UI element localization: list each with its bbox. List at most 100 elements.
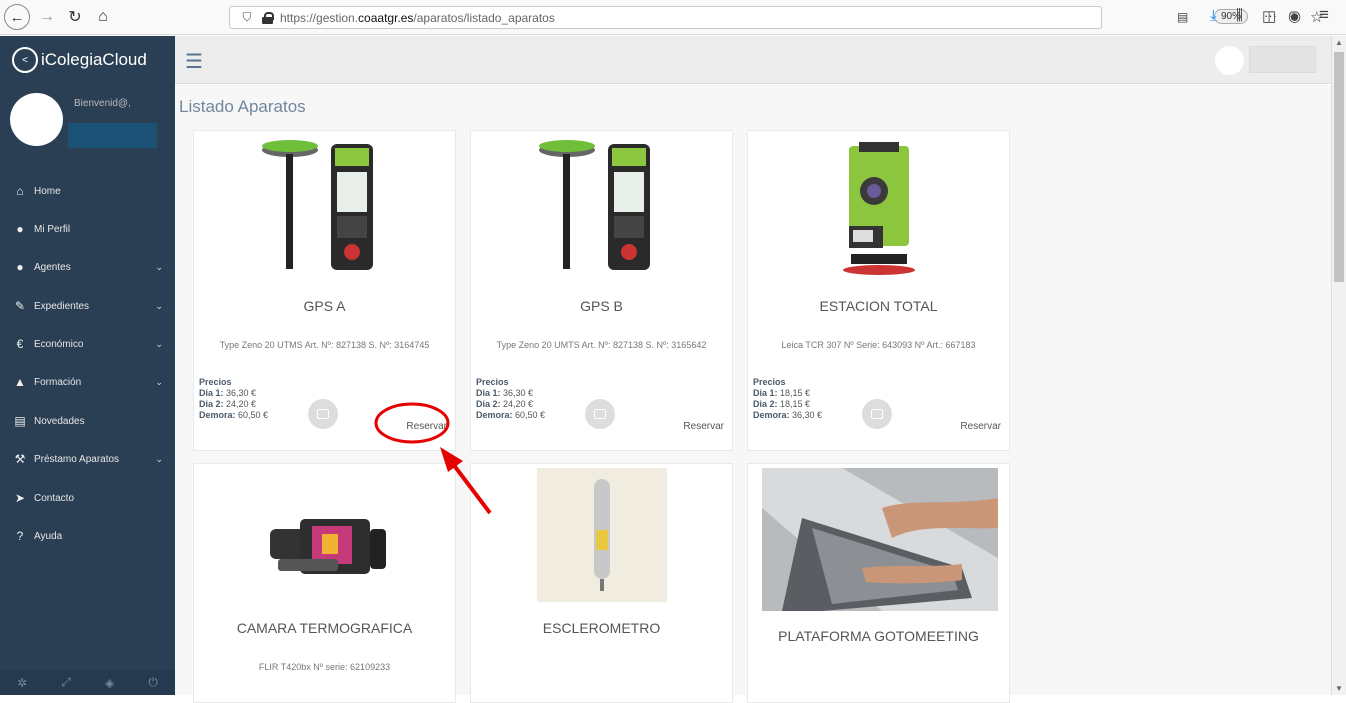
- sidebar-item-mi-perfil[interactable]: ● Mi Perfil: [0, 219, 175, 239]
- sidebar-item-formacion[interactable]: ▲ Formación ⌄: [0, 372, 175, 392]
- hamburger-menu-icon[interactable]: ≡: [1319, 5, 1329, 25]
- fullscreen-icon[interactable]: ⤢: [61, 675, 71, 690]
- device-description: FLIR T420bx Nº serie: 62109233: [258, 662, 391, 672]
- chevron-down-icon: ⌄: [155, 376, 163, 387]
- sidebar-item-agentes[interactable]: ● Agentes ⌄: [0, 257, 175, 277]
- brand-name: iColegiaCloud: [41, 50, 147, 69]
- welcome-text: Bienvenid@,: [74, 98, 131, 109]
- price-list: Precios Dia 1: 36,30 € Dia 2: 24,20 € De…: [199, 377, 268, 421]
- tracking-shield-icon[interactable]: ⛉: [240, 10, 254, 25]
- graduation-cap-icon: ▲: [14, 375, 26, 389]
- gps-device-image: [471, 131, 732, 281]
- scroll-thumb[interactable]: [1334, 52, 1344, 282]
- demora-price: 36,30 €: [792, 410, 823, 420]
- page-title: Listado Aparatos: [179, 97, 306, 116]
- sidebar-item-novedades[interactable]: ▤ Novedades: [0, 411, 175, 431]
- total-station-image: [748, 131, 1009, 281]
- newspaper-icon: ▤: [14, 414, 26, 428]
- device-card-gps-a: GPS A Type Zeno 20 UTMS Art. Nº: 827138 …: [193, 130, 456, 451]
- image-gallery-icon[interactable]: [585, 399, 615, 429]
- demora-price: 60,50 €: [238, 410, 269, 420]
- reader-view-icon[interactable]: ▤: [1177, 10, 1188, 24]
- price-list: Precios Dia 1: 18,15 € Dia 2: 18,15 € De…: [753, 377, 822, 421]
- library-icon[interactable]: ⫼: [1236, 7, 1243, 24]
- demora-label: Demora:: [476, 410, 513, 420]
- dia1-price: 18,15 €: [780, 388, 811, 398]
- prices-label: Precios: [199, 377, 232, 387]
- profile-avatar: [10, 93, 63, 146]
- sidebar-item-prestamo-aparatos[interactable]: ⚒ Préstamo Aparatos ⌄: [0, 449, 175, 469]
- gps-device-image: [194, 131, 455, 281]
- back-arrow-icon[interactable]: ←: [4, 4, 30, 30]
- dia2-label: Dia 2:: [199, 399, 224, 409]
- device-name: PLATAFORMA GOTOMEETING: [778, 628, 979, 644]
- dia1-label: Dia 1:: [753, 388, 778, 398]
- sidebar-item-ayuda[interactable]: ? Ayuda: [0, 526, 175, 546]
- sidebar-item-label: Novedades: [34, 415, 85, 427]
- reservar-link[interactable]: Reservar: [960, 421, 1001, 432]
- dia1-price: 36,30 €: [503, 388, 534, 398]
- dia1-price: 36,30 €: [226, 388, 257, 398]
- send-icon: ➤: [14, 491, 26, 505]
- device-description: Leica TCR 307 Nº Serie: 643093 Nº Art.: …: [781, 340, 976, 350]
- sidebar-item-label: Ayuda: [34, 530, 63, 542]
- image-gallery-icon[interactable]: [862, 399, 892, 429]
- chevron-down-icon: ⌄: [155, 453, 163, 464]
- page-scrollbar[interactable]: ▲ ▼: [1331, 36, 1346, 695]
- sidebar-item-label: Agentes: [34, 261, 71, 273]
- zoom-level[interactable]: 90%: [1214, 9, 1249, 24]
- wrench-icon: ⚒: [14, 452, 26, 466]
- question-icon: ?: [16, 529, 24, 543]
- browser-toolbar: ← → ↻ ⌂ ⛉ https://gestion.coaatgr.es/apa…: [0, 0, 1346, 35]
- power-off-icon[interactable]: ⏻: [148, 675, 158, 690]
- device-card-camara-termografica: CAMARA TERMOGRAFICA FLIR T420bx Nº serie…: [193, 463, 456, 703]
- settings-gear-icon[interactable]: ✲: [17, 676, 27, 690]
- share-logo-icon: <: [12, 47, 38, 73]
- demora-price: 60,50 €: [515, 410, 546, 420]
- sidebar-item-home[interactable]: ⌂ Home: [0, 181, 175, 201]
- sidebar-item-expedientes[interactable]: ✎ Expedientes ⌄: [0, 296, 175, 316]
- edit-icon: ✎: [14, 299, 26, 313]
- device-card-plataforma-gotomeeting: PLATAFORMA GOTOMEETING: [747, 463, 1010, 703]
- reservar-link[interactable]: Reservar: [683, 421, 724, 432]
- device-description: Type Zeno 20 UTMS Art. Nº: 827138 S. Nº:…: [219, 340, 430, 350]
- sidebar-item-label: Formación: [34, 376, 82, 388]
- dia2-price: 24,20 €: [226, 399, 257, 409]
- device-card-estacion-total: ESTACION TOTAL Leica TCR 307 Nº Serie: 6…: [747, 130, 1010, 451]
- menu-toggle-icon[interactable]: ☰: [185, 49, 203, 74]
- prices-label: Precios: [753, 377, 786, 387]
- users-icon: ●: [16, 260, 24, 274]
- device-name: ESTACION TOTAL: [819, 298, 938, 314]
- chevron-down-icon: ⌄: [155, 300, 163, 311]
- address-bar[interactable]: ⛉ https://gestion.coaatgr.es/aparatos/li…: [229, 6, 1323, 29]
- prices-label: Precios: [476, 377, 509, 387]
- image-gallery-icon[interactable]: [308, 399, 338, 429]
- user-name-box[interactable]: [1249, 46, 1316, 73]
- device-description: Type Zeno 20 UMTS Art. Nº: 827138 S. Nº:…: [496, 340, 707, 350]
- scroll-down-arrow-icon[interactable]: ▼: [1335, 684, 1343, 693]
- top-nav: ☰: [175, 36, 1331, 84]
- sidebar-item-label: Home: [34, 185, 61, 197]
- account-icon[interactable]: ◉: [1288, 7, 1301, 25]
- dia2-label: Dia 2:: [753, 399, 778, 409]
- reservar-link[interactable]: Reservar: [406, 421, 447, 432]
- scroll-up-arrow-icon[interactable]: ▲: [1335, 38, 1343, 47]
- sidebar-item-economico[interactable]: € Económico ⌄: [0, 334, 175, 354]
- dia1-label: Dia 1:: [199, 388, 224, 398]
- lock-icon[interactable]: [262, 11, 274, 24]
- sidebar-item-contacto[interactable]: ➤ Contacto: [0, 488, 175, 508]
- user-avatar[interactable]: [1215, 46, 1244, 75]
- device-name: ESCLEROMETRO: [542, 620, 661, 636]
- sidebar-toggle-icon[interactable]: ◫: [1262, 7, 1276, 25]
- download-icon[interactable]: ⤓: [1210, 7, 1217, 24]
- device-name: GPS A: [303, 298, 346, 314]
- reload-icon[interactable]: ↻: [64, 4, 86, 30]
- sidebar: < iColegiaCloud Bienvenid@, ⌂ Home ● Mi …: [0, 36, 175, 695]
- sidebar-item-label: Mi Perfil: [34, 223, 71, 235]
- device-card-esclerometro: ESCLEROMETRO: [470, 463, 733, 703]
- forward-arrow-icon[interactable]: →: [36, 4, 58, 30]
- brand[interactable]: < iColegiaCloud: [0, 36, 175, 84]
- eye-slash-icon[interactable]: ◈: [105, 676, 114, 690]
- sidebar-item-label: Económico: [34, 338, 84, 350]
- home-button-icon[interactable]: ⌂: [92, 4, 114, 30]
